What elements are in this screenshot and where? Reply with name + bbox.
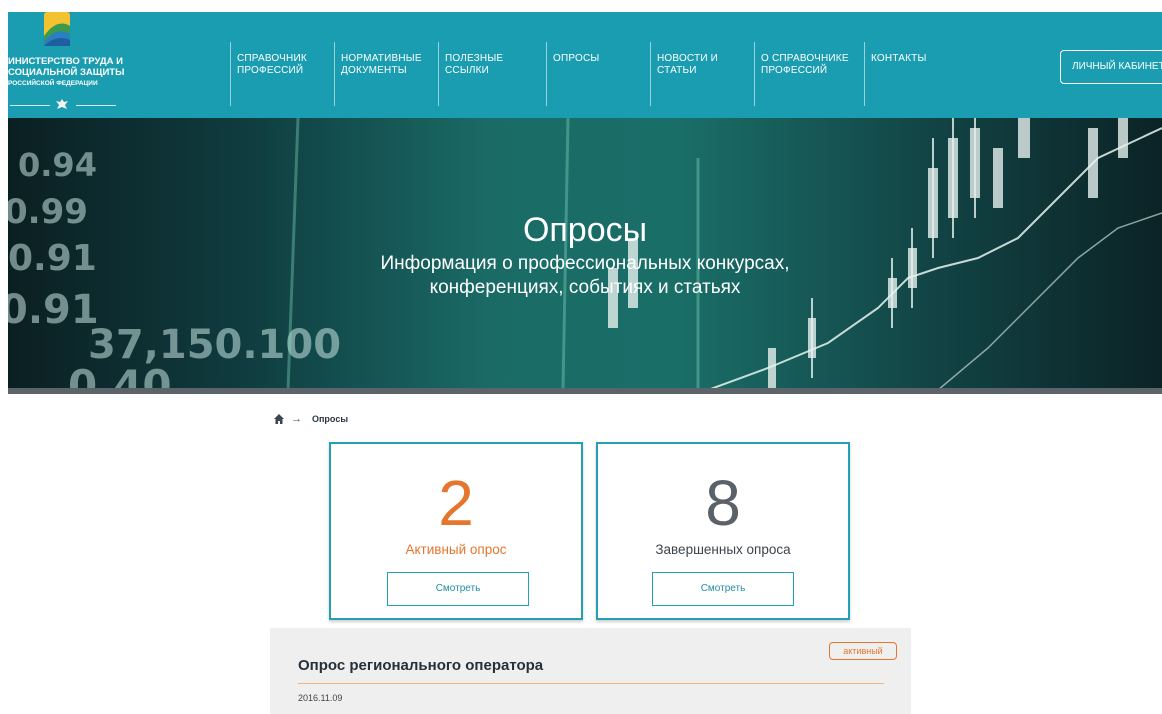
subtitle-line-2: конференциях, событиях и статьях (429, 277, 741, 298)
nav-item-contacts[interactable]: КОНТАКТЫ (864, 42, 964, 106)
nav-label: ССЫЛКИ (445, 65, 490, 76)
divider-line-right (76, 105, 116, 106)
finished-surveys-count: 8 (705, 467, 741, 539)
site-header: ИНИСТЕРСТВО ТРУДА И СОЦИАЛЬНОЙ ЗАЩИТЫ РО… (8, 12, 1162, 118)
view-finished-button[interactable]: Смотреть (652, 572, 794, 606)
nav-label: СТАТЬИ (657, 65, 697, 76)
page-subtitle: Информация о профессиональных конкурсах,… (8, 252, 1162, 300)
survey-divider (298, 683, 884, 684)
nav-item-about[interactable]: О СПРАВОЧНИКЕ ПРОФЕССИЙ (754, 42, 864, 106)
personal-cabinet-button[interactable]: ЛИЧНЫЙ КАБИНЕТ (1060, 50, 1162, 84)
nav-label: НОРМАТИВНЫЕ (341, 53, 422, 64)
nav-item-surveys[interactable]: ОПРОСЫ (546, 42, 650, 106)
active-surveys-count: 2 (438, 467, 474, 539)
view-active-button[interactable]: Смотреть (387, 572, 529, 606)
svg-text:0.94: 0.94 (18, 146, 97, 184)
ministry-logo[interactable]: ИНИСТЕРСТВО ТРУДА И СОЦИАЛЬНОЙ ЗАЩИТЫ РО… (8, 12, 158, 118)
nav-item-news[interactable]: НОВОСТИ И СТАТЬИ (650, 42, 754, 106)
nav-label: О СПРАВОЧНИКЕ (761, 53, 849, 64)
nav-label: ПРОФЕССИЙ (237, 65, 304, 76)
divider-line-left (10, 105, 50, 106)
nav-label: ПОЛЕЗНЫЕ (445, 53, 504, 64)
subtitle-line-1: Информация о профессиональных конкурсах, (380, 253, 790, 274)
status-badge: активный (829, 642, 897, 660)
nav-label: КОНТАКТЫ (871, 53, 927, 64)
hero-divider (8, 388, 1162, 394)
page-title: Опросы (522, 211, 648, 249)
breadcrumb-current: Опросы (312, 414, 349, 424)
logo-divider (8, 98, 128, 112)
sun-emblem-icon (44, 12, 70, 46)
logo-line-2: СОЦИАЛЬНОЙ ЗАЩИТЫ (8, 67, 125, 78)
survey-title[interactable]: Опрос регионального оператора (298, 657, 543, 674)
finished-surveys-label: Завершенных опроса (655, 542, 791, 557)
nav-label: СПРАВОЧНИК (237, 53, 307, 64)
logo-line-3: РОССИЙСКОЙ ФЕДЕРАЦИИ (8, 80, 98, 87)
svg-text:0.40: 0.40 (68, 361, 172, 390)
active-surveys-label: Активный опрос (405, 542, 507, 557)
nav-label: ДОКУМЕНТЫ (341, 65, 407, 76)
active-surveys-card: 2 Активный опрос Смотреть (329, 442, 583, 620)
logo-text: ИНИСТЕРСТВО ТРУДА И СОЦИАЛЬНОЙ ЗАЩИТЫ РО… (8, 56, 124, 89)
eagle-emblem-icon (56, 99, 68, 109)
survey-date: 2016.11.09 (298, 693, 343, 703)
nav-item-normative-docs[interactable]: НОРМАТИВНЫЕ ДОКУМЕНТЫ (334, 42, 438, 106)
home-icon[interactable] (273, 413, 285, 425)
nav-label: НОВОСТИ И (657, 53, 719, 64)
nav-item-useful-links[interactable]: ПОЛЕЗНЫЕ ССЫЛКИ (438, 42, 546, 106)
finished-surveys-card: 8 Завершенных опроса Смотреть (596, 442, 850, 620)
survey-list-item[interactable]: активный Опрос регионального оператора 2… (270, 628, 911, 714)
logo-line-1: ИНИСТЕРСТВО ТРУДА И (8, 56, 123, 67)
nav-label: ОПРОСЫ (553, 53, 600, 64)
nav-label: ПРОФЕССИЙ (761, 65, 828, 76)
nav-item-professions[interactable]: СПРАВОЧНИК ПРОФЕССИЙ (230, 42, 334, 106)
breadcrumb-separator: → (291, 413, 302, 425)
hero-banner: 0.94 0.99 0.91 0.91 37,150.100 0.40 Опро… (8, 118, 1162, 390)
